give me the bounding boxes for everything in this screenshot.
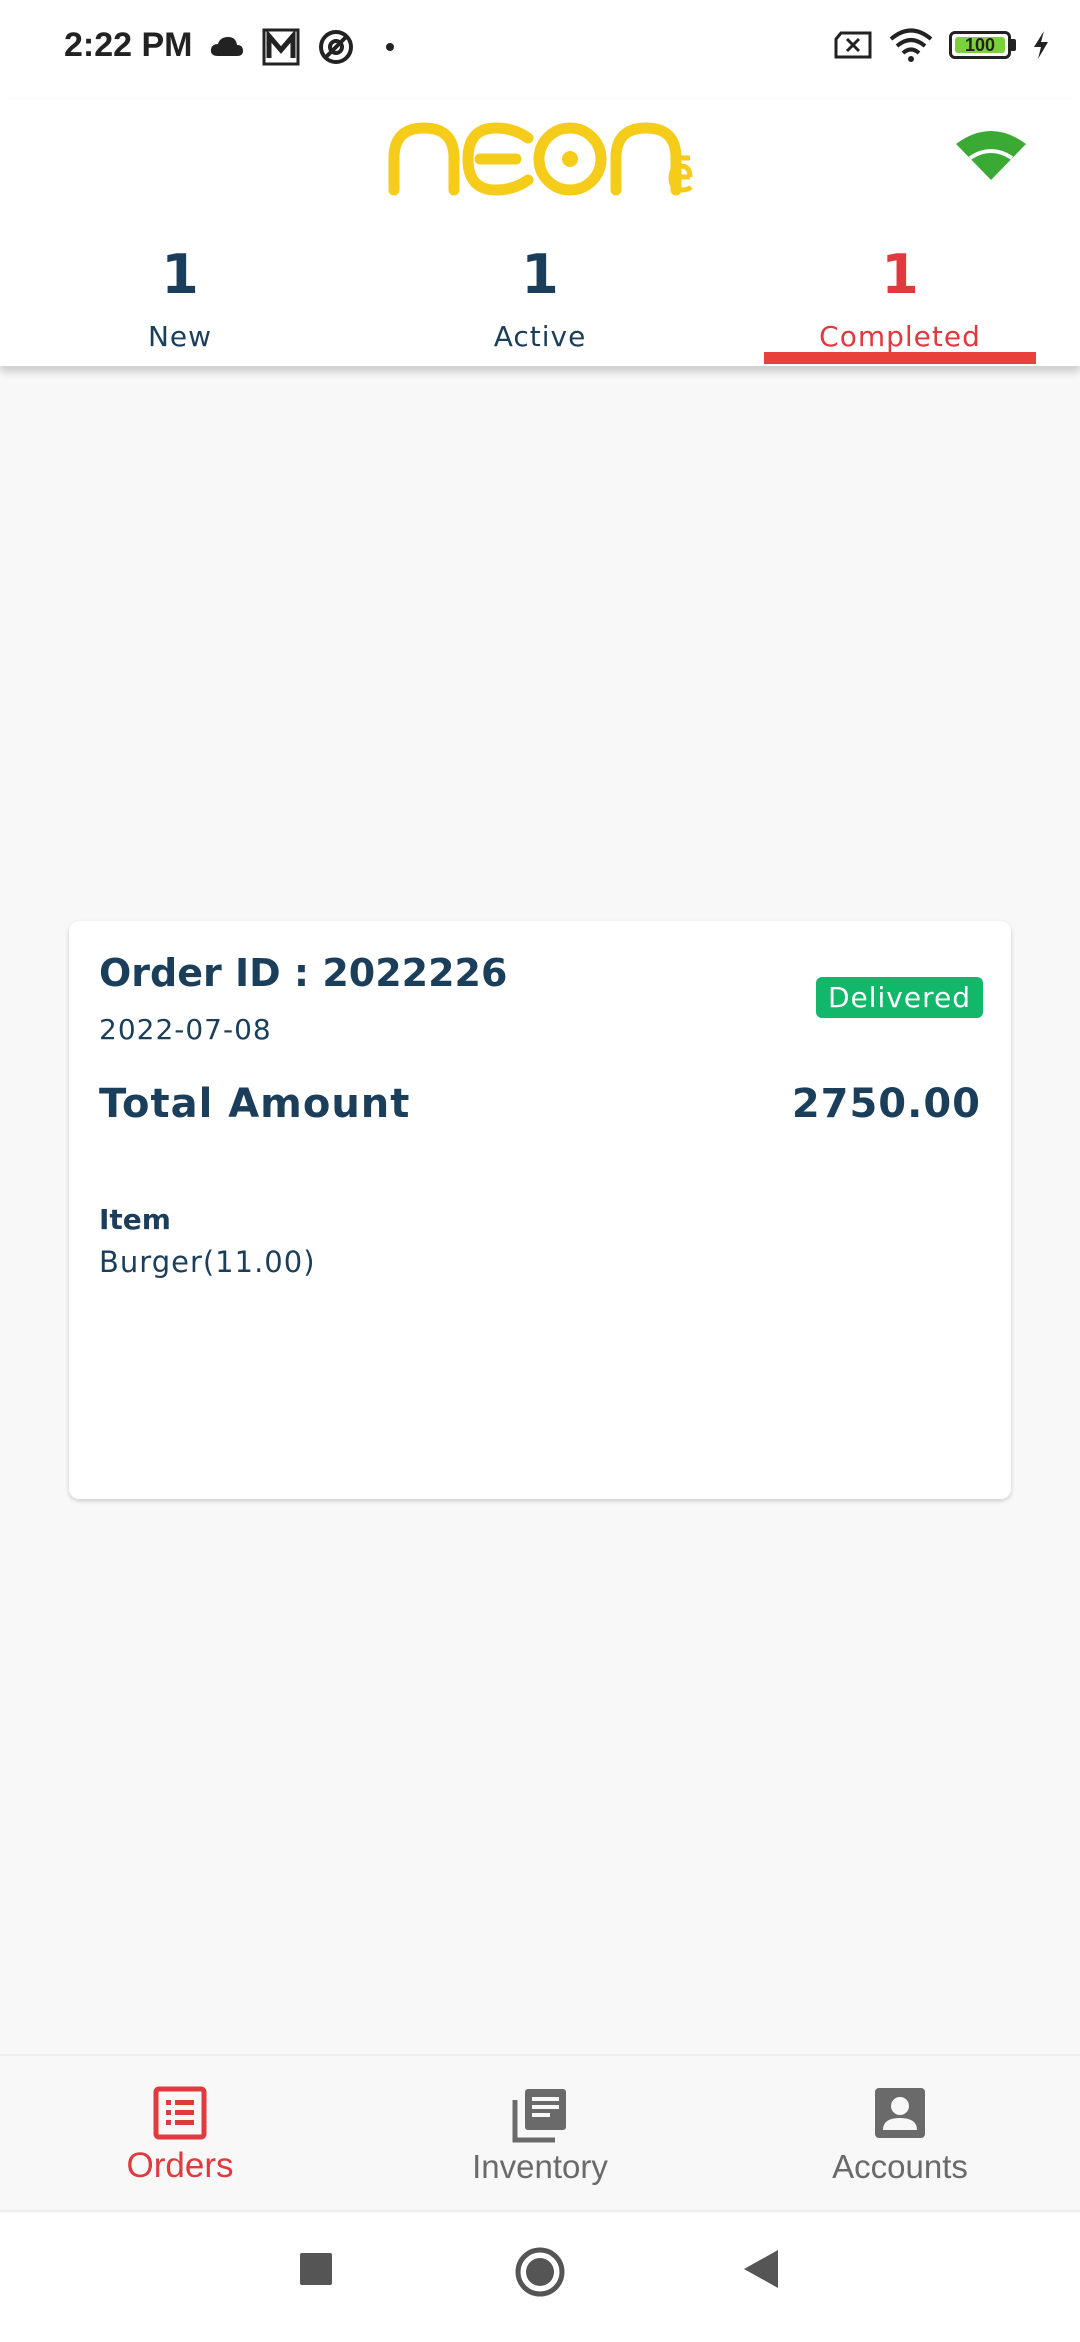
- status-badge: Delivered: [815, 977, 983, 1018]
- order-tabs: 1 New 1 Active 1 Completed: [0, 240, 1080, 366]
- tab-new[interactable]: 1 New: [0, 240, 360, 366]
- nav-orders-label: Orders: [126, 2146, 234, 2185]
- tab-active-label: Active: [493, 320, 587, 353]
- dot-icon: [386, 43, 394, 51]
- total-amount-value: 2750.00: [791, 1081, 981, 1127]
- order-id: Order ID : 2022226: [99, 951, 508, 995]
- nav-orders[interactable]: Orders: [0, 2056, 360, 2212]
- wifi-connected-icon[interactable]: [956, 130, 1026, 180]
- nav-inventory[interactable]: Inventory: [360, 2056, 720, 2212]
- battery-indicator: 100: [949, 31, 1016, 59]
- total-amount-label: Total Amount: [99, 1081, 411, 1127]
- status-icons-left: [210, 28, 398, 66]
- bottom-navigation: Orders Inventory Accounts: [0, 2054, 1080, 2212]
- inventory-library-icon: [512, 2089, 566, 2143]
- tab-indicator: [764, 352, 1036, 364]
- nav-accounts[interactable]: Accounts: [720, 2056, 1080, 2212]
- nav-inventory-label: Inventory: [472, 2148, 608, 2185]
- tab-active-count: 1: [521, 243, 559, 306]
- home-icon[interactable]: [514, 2246, 566, 2298]
- item-heading: Item: [99, 1203, 171, 1236]
- back-icon[interactable]: [742, 2248, 780, 2290]
- order-date: 2022-07-08: [99, 1013, 272, 1046]
- order-card[interactable]: Order ID : 2022226 2022-07-08 Delivered …: [69, 921, 1011, 1499]
- battery-icon: 100: [949, 31, 1011, 59]
- wifi-icon: [889, 28, 933, 62]
- battery-level: 100: [964, 34, 996, 55]
- m-app-icon: [262, 28, 300, 66]
- nav-accounts-label: Accounts: [832, 2148, 968, 2185]
- status-bar: 2:22 PM 100: [0, 0, 1080, 100]
- cloud-icon: [210, 37, 243, 56]
- sim-x-icon: [834, 31, 872, 59]
- status-icons-right: 100: [833, 28, 1050, 62]
- tab-completed[interactable]: 1 Completed: [720, 240, 1080, 366]
- tab-new-label: New: [147, 320, 213, 353]
- neone-logo: [388, 122, 693, 196]
- at-icon: [319, 30, 353, 64]
- account-box-icon: [875, 2088, 925, 2138]
- system-navigation-bar: [0, 2210, 1080, 2342]
- charging-icon: [1034, 31, 1048, 59]
- orders-list-icon: [153, 2086, 207, 2140]
- tab-active[interactable]: 1 Active: [360, 240, 720, 366]
- tab-completed-label: Completed: [819, 320, 981, 353]
- item-value: Burger(11.00): [99, 1245, 316, 1279]
- tab-completed-count: 1: [881, 243, 919, 306]
- status-time: 2:22 PM: [64, 26, 193, 64]
- recent-apps-icon[interactable]: [299, 2252, 333, 2286]
- tab-new-count: 1: [161, 243, 199, 306]
